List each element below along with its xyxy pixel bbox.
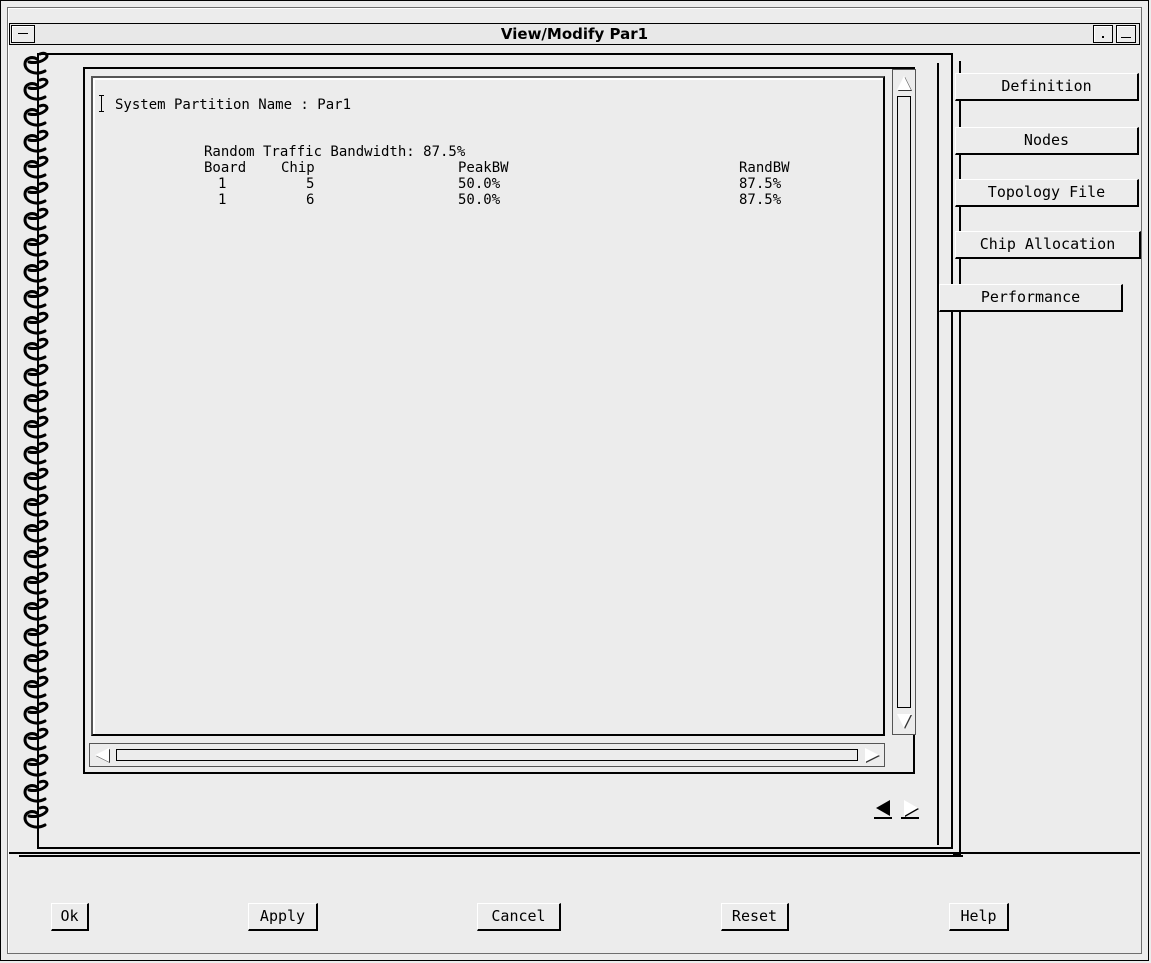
spiral-ring-icon [19, 337, 53, 361]
spiral-ring-icon [19, 597, 53, 621]
scroll-down-icon[interactable] [897, 714, 911, 728]
text-cursor-icon [99, 95, 105, 112]
tab-chip-allocation[interactable]: Chip Allocation [955, 231, 1141, 259]
spiral-ring-icon [19, 363, 53, 387]
horizontal-scrollbar[interactable] [89, 743, 885, 767]
spiral-ring-icon [19, 467, 53, 491]
tab-spine [937, 63, 953, 845]
spiral-binding-icon [17, 51, 57, 831]
partition-name-line: System Partition Name : Par1 [115, 97, 352, 113]
spiral-ring-icon [19, 701, 53, 725]
spiral-ring-icon [19, 311, 53, 335]
header-randbw: RandBW [739, 160, 790, 176]
cell-randbw: 87.5% [739, 192, 782, 208]
spiral-ring-icon [19, 285, 53, 309]
spiral-ring-icon [19, 129, 53, 153]
cell-chip: 6 [306, 192, 315, 208]
spiral-ring-icon [19, 103, 53, 127]
spiral-ring-icon [19, 623, 53, 647]
reset-button[interactable]: Reset [721, 903, 789, 931]
ok-button[interactable]: Ok [51, 903, 89, 931]
spiral-ring-icon [19, 77, 53, 101]
spiral-ring-icon [19, 259, 53, 283]
title-bar[interactable]: View/Modify Par1 [9, 23, 1140, 45]
vertical-scroll-trough[interactable] [897, 96, 911, 708]
dialog-window: View/Modify Par1 System Partition Name :… [0, 0, 1149, 961]
cell-chip: 5 [306, 176, 315, 192]
cell-peakbw: 50.0% [458, 192, 501, 208]
cell-board: 1 [218, 176, 227, 192]
scroll-right-icon[interactable] [865, 748, 879, 762]
spiral-ring-icon [19, 181, 53, 205]
spiral-ring-icon [19, 571, 53, 595]
tab-nodes[interactable]: Nodes [955, 127, 1139, 155]
spiral-ring-icon [19, 441, 53, 465]
cell-board: 1 [218, 192, 227, 208]
spiral-ring-icon [19, 779, 53, 803]
tab-topology-file[interactable]: Topology File [955, 179, 1139, 207]
next-page-icon[interactable] [899, 795, 921, 821]
spiral-ring-icon [19, 493, 53, 517]
vertical-scrollbar[interactable] [892, 69, 916, 735]
divider [9, 852, 1140, 854]
window-title: View/Modify Par1 [500, 25, 649, 43]
tab-definition[interactable]: Definition [955, 73, 1139, 101]
bandwidth-line: Random Traffic Bandwidth: 87.5% [204, 144, 466, 160]
spiral-ring-icon [19, 415, 53, 439]
maximize-icon[interactable] [1116, 25, 1136, 43]
apply-button[interactable]: Apply [248, 903, 318, 931]
cell-randbw: 87.5% [739, 176, 782, 192]
spiral-ring-icon [19, 207, 53, 231]
spiral-ring-icon [19, 649, 53, 673]
performance-text-area[interactable]: System Partition Name : Par1 Random Traf… [91, 76, 885, 736]
spiral-ring-icon [19, 675, 53, 699]
minimize-icon[interactable] [1093, 25, 1113, 43]
scroll-left-icon[interactable] [95, 748, 109, 762]
header-chip: Chip [281, 160, 315, 176]
spiral-ring-icon [19, 389, 53, 413]
cell-peakbw: 50.0% [458, 176, 501, 192]
spiral-ring-icon [19, 519, 53, 543]
header-board: Board [204, 160, 247, 176]
spiral-ring-icon [19, 727, 53, 751]
horizontal-scroll-trough[interactable] [116, 749, 858, 761]
spiral-ring-icon [19, 805, 53, 829]
spiral-ring-icon [19, 51, 53, 75]
spiral-ring-icon [19, 753, 53, 777]
tab-performance[interactable]: Performance [939, 284, 1123, 312]
scroll-up-icon[interactable] [897, 76, 911, 90]
spiral-ring-icon [19, 545, 53, 569]
spiral-ring-icon [19, 233, 53, 257]
cancel-button[interactable]: Cancel [477, 903, 561, 931]
spiral-ring-icon [19, 155, 53, 179]
header-peakbw: PeakBW [458, 160, 509, 176]
prev-page-icon[interactable] [872, 795, 894, 821]
help-button[interactable]: Help [949, 903, 1009, 931]
